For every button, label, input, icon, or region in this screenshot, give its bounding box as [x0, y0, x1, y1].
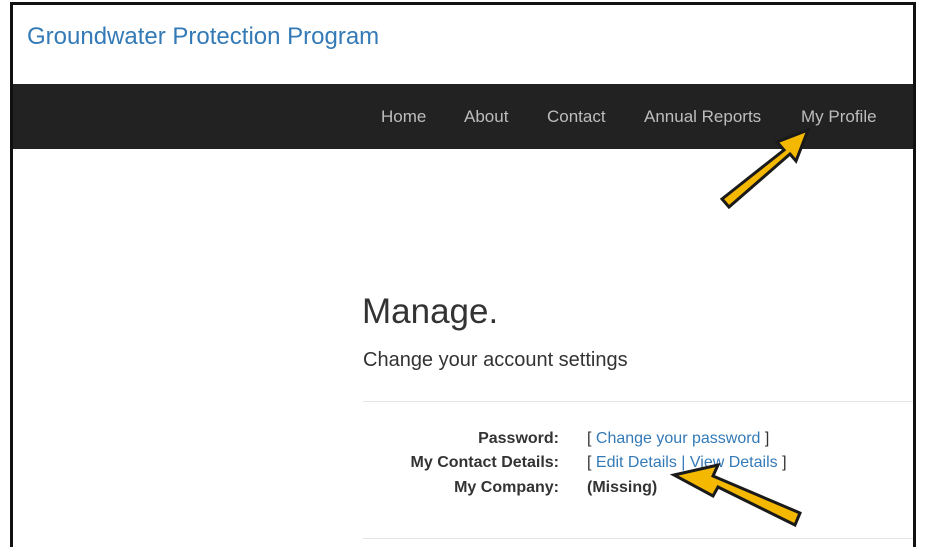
annotation-arrow-missing	[669, 462, 802, 528]
arrow-missing-shape	[669, 462, 802, 528]
